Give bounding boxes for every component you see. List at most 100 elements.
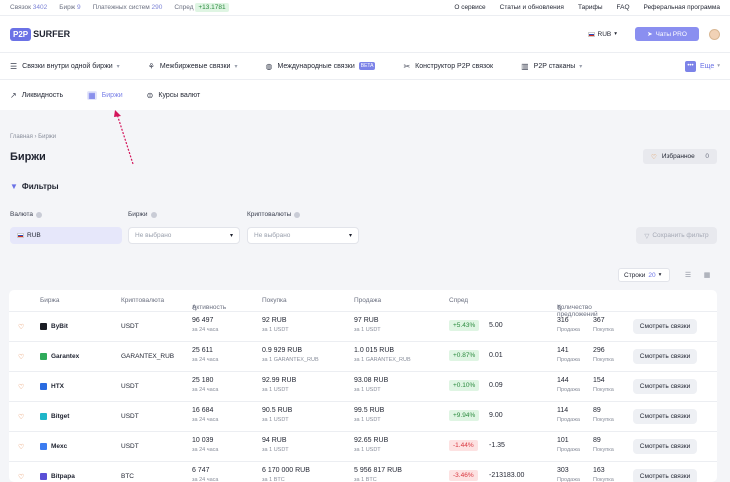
nav-more[interactable]: ••• Еще ▾	[684, 60, 720, 72]
header-buy[interactable]: Покупка	[262, 297, 287, 304]
help-icon[interactable]	[150, 211, 157, 218]
nav-international[interactable]: ◍ Международные связки BETA	[265, 61, 376, 71]
currency-selector[interactable]: RUB ▾	[587, 31, 617, 38]
subnav-liquidity[interactable]: ↗ Ликвидность	[10, 91, 63, 100]
tools-icon: ✂	[403, 61, 411, 71]
nav-constructor[interactable]: ✂ Конструктор P2P связок	[403, 62, 493, 71]
header-spread[interactable]: Спред	[449, 297, 468, 304]
view-links-button[interactable]: Смотреть связки	[633, 379, 697, 394]
table-row: ♡ Mexc USDT 10 039 за 24 часа 94 RUB за 1 …	[9, 432, 717, 462]
link-articles[interactable]: Статьи и обновления	[500, 4, 564, 11]
header-sell[interactable]: Продажа	[354, 297, 381, 304]
list-view-icon[interactable]: ☰	[681, 268, 695, 282]
crypto-cell: BTC	[121, 473, 134, 480]
table-body: ♡ ByBit USDT 96 497 за 24 часа 92 RUB за 1…	[9, 312, 717, 482]
sell-cell: 92.65 RUB за 1 USDT	[354, 437, 389, 453]
main-nav: ☰ Связки внутри одной биржи ▾ ⚘ Межбирже…	[0, 52, 730, 80]
stat-links: Связок 3402	[10, 4, 48, 11]
page-title: Биржи	[10, 151, 46, 163]
sub-nav: ↗ Ликвидность ▦ Биржи ⊜ Курсы валют	[0, 80, 730, 110]
view-links-button[interactable]: Смотреть связки	[633, 439, 697, 454]
filter-icon: ▼	[10, 182, 18, 191]
crypto-cell: GARANTEX_RUB	[121, 353, 175, 360]
stat-spread: Спред +13.1781	[174, 3, 229, 12]
top-stats-bar: Связок 3402 Бирж 9 Платежных систем 290 …	[0, 0, 730, 16]
chart-icon: ▥	[521, 61, 529, 71]
favorite-heart-icon[interactable]: ♡	[18, 413, 24, 421]
sell-cell: 93.08 RUB за 1 USDT	[354, 377, 389, 393]
help-icon[interactable]	[294, 211, 301, 218]
favorite-heart-icon[interactable]: ♡	[18, 443, 24, 451]
spread-value: 0.01	[489, 352, 503, 359]
offers-buy-cell: 89 Покупка	[593, 407, 614, 423]
rows-per-page-select[interactable]: Строки 20 ▾	[618, 268, 670, 282]
view-links-button[interactable]: Смотреть связки	[633, 409, 697, 424]
chevron-down-icon: ▾	[658, 272, 662, 278]
view-links-button[interactable]: Смотреть связки	[633, 319, 697, 334]
exchange-cell: Garantex	[40, 353, 79, 360]
dots-icon: •••	[684, 60, 696, 72]
spread-value: -1.35	[489, 442, 505, 449]
offers-buy-cell: 163 Покупка	[593, 467, 614, 482]
exchange-cell: Bitget	[40, 413, 69, 420]
globe-icon: ◍	[265, 61, 273, 71]
russia-flag-icon	[17, 233, 24, 238]
chevron-down-icon: ▾	[116, 63, 120, 70]
link-faq[interactable]: FAQ	[617, 4, 630, 11]
exchange-logo-icon	[40, 323, 47, 330]
favorites-count: 0	[705, 153, 709, 160]
link-about[interactable]: О сервисе	[454, 4, 485, 11]
view-links-button[interactable]: Смотреть связки	[633, 349, 697, 364]
favorite-heart-icon[interactable]: ♡	[18, 383, 24, 391]
help-icon[interactable]	[36, 211, 42, 218]
exchange-logo-icon	[40, 353, 47, 360]
favorite-heart-icon[interactable]: ♡	[18, 323, 24, 331]
chevron-down-icon: ▾	[348, 233, 352, 239]
chevron-down-icon: ▾	[229, 233, 233, 239]
exchange-logo-icon	[40, 383, 47, 390]
offers-sell-cell: 114 Продажа	[557, 407, 580, 423]
exchange-cell: Mexc	[40, 443, 67, 450]
nav-inter-exchange[interactable]: ⚘ Межбиржевые связки ▾	[148, 62, 238, 71]
telegram-icon: ➤	[647, 31, 653, 38]
chevron-down-icon: ▾	[614, 31, 617, 37]
header-exchange[interactable]: Биржа	[40, 297, 59, 304]
exchanges-filter-label: Биржи	[128, 211, 157, 218]
sell-cell: 97 RUB за 1 USDT	[354, 317, 381, 333]
table-row: ♡ Bitget USDT 16 684 за 24 часа 90.5 RUB з…	[9, 402, 717, 432]
header-crypto[interactable]: Криптовалюта	[121, 297, 164, 304]
view-links-button[interactable]: Смотреть связки	[633, 469, 697, 482]
link-tariffs[interactable]: Тарифы	[578, 4, 603, 11]
nav-p2p-books[interactable]: ▥ P2P стаканы ▾	[521, 62, 582, 71]
grid-view-icon[interactable]: ▦	[700, 268, 714, 282]
avatar[interactable]	[709, 28, 720, 40]
sliders-icon: ☰	[10, 61, 18, 71]
spread-badge: +0.87%	[449, 350, 480, 361]
exchanges-select[interactable]: Не выбрано ▾	[128, 227, 240, 244]
annotation-arrow-icon	[114, 110, 134, 165]
filter-icon: ▽	[644, 232, 650, 240]
link-referral[interactable]: Реферальная программа	[644, 4, 720, 11]
currency-select[interactable]: RUB	[10, 227, 122, 244]
save-filter-button[interactable]: ▽ Сохранить фильтр	[636, 227, 717, 244]
currency-filter-label: Валюта	[10, 211, 42, 218]
chevron-down-icon: ▾	[717, 63, 720, 69]
breadcrumb: Главная › Биржи	[10, 134, 57, 140]
logo[interactable]: P2P SURFER	[10, 27, 70, 41]
favorite-heart-icon[interactable]: ♡	[18, 473, 24, 481]
offers-buy-cell: 89 Покупка	[593, 437, 614, 453]
favorites-button[interactable]: ♡ Избранное 0	[643, 149, 717, 164]
exchange-logo-icon	[40, 473, 47, 480]
crypto-select[interactable]: Не выбрано ▾	[247, 227, 359, 244]
subnav-exchanges[interactable]: ▦ Биржи	[87, 90, 123, 100]
activity-cell: 96 497 за 24 часа	[192, 317, 219, 333]
spread-badge: +0.10%	[449, 380, 480, 391]
subnav-rates[interactable]: ⊜ Курсы валют	[147, 91, 201, 100]
exchange-logo-icon	[40, 413, 47, 420]
favorite-heart-icon[interactable]: ♡	[18, 353, 24, 361]
offers-sell-cell: 303 Продажа	[557, 467, 580, 482]
nav-inside-exchange[interactable]: ☰ Связки внутри одной биржи ▾	[10, 62, 120, 71]
sell-cell: 1.0 015 RUB за 1 GARANTEX_RUB	[354, 347, 411, 363]
spread-value: -213183.00	[489, 472, 525, 479]
telegram-button[interactable]: ➤ Чаты PRO	[635, 27, 699, 41]
